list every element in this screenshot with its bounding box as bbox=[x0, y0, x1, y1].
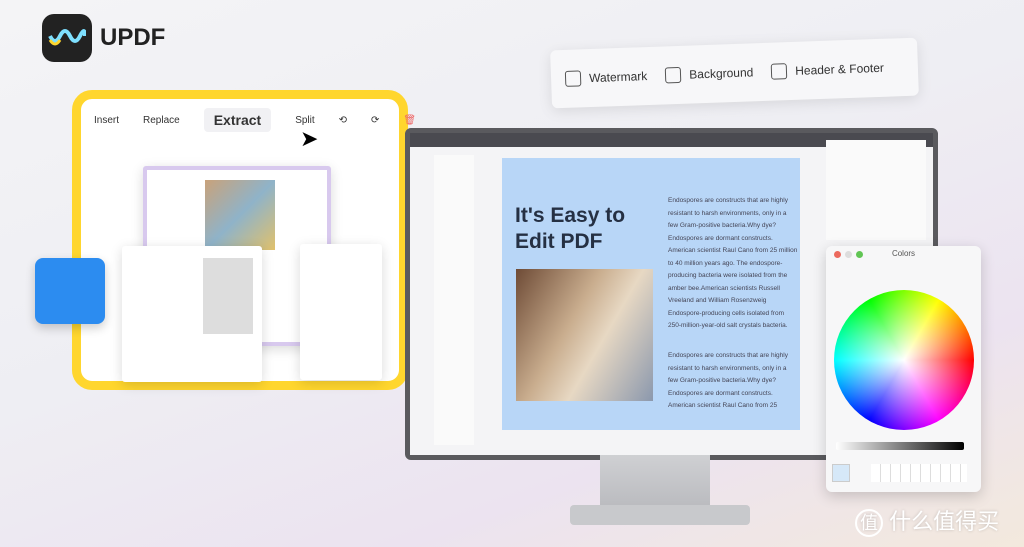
watermark-label: Watermark bbox=[588, 69, 648, 86]
brightness-slider[interactable] bbox=[836, 442, 964, 450]
background-icon bbox=[664, 66, 682, 84]
extract-button[interactable]: Extract bbox=[203, 108, 272, 132]
document-title: It's Easy to Edit PDF bbox=[515, 204, 626, 253]
delete-icon[interactable]: 🗑 bbox=[403, 115, 416, 126]
add-background-panel bbox=[826, 140, 926, 240]
background-label: Background bbox=[689, 65, 754, 82]
watermark-icon bbox=[564, 70, 582, 87]
cursor-icon: ➤ bbox=[300, 126, 319, 151]
replace-button[interactable]: Replace bbox=[143, 115, 180, 126]
swatch-grid[interactable] bbox=[871, 464, 967, 482]
brand-name: UPDF bbox=[100, 24, 166, 51]
colors-title: Colors bbox=[891, 249, 916, 258]
paint-image bbox=[205, 180, 275, 250]
rotate-left-icon[interactable]: ⟲ bbox=[339, 115, 347, 126]
current-color-swatch[interactable] bbox=[832, 464, 850, 482]
monitor-stand bbox=[600, 455, 710, 510]
document-paragraph: Endospores are constructs that are highl… bbox=[668, 197, 798, 329]
watermark-button[interactable]: Watermark bbox=[564, 68, 648, 87]
rotate-right-icon[interactable]: ⟳ bbox=[371, 115, 379, 126]
header-footer-label: Header & Footer bbox=[794, 60, 885, 78]
feature-toolbar: Watermark Background Header & Footer bbox=[550, 37, 919, 109]
thumbnail-sidebar[interactable] bbox=[434, 155, 474, 445]
split-button[interactable]: Split bbox=[295, 115, 314, 126]
page-thumbnail[interactable] bbox=[300, 244, 382, 380]
monitor-base bbox=[570, 505, 750, 525]
color-wheel[interactable] bbox=[834, 290, 974, 430]
insert-button[interactable]: Insert bbox=[94, 115, 119, 126]
document-paragraph: Endospores are constructs that are highl… bbox=[668, 352, 788, 409]
header-footer-icon bbox=[770, 63, 788, 80]
watermark: 值 什么值得买 bbox=[855, 504, 999, 537]
dog-image bbox=[203, 258, 253, 334]
page-tools-bar: Insert Replace Extract Split ⟲ ⟳ 🗑 bbox=[94, 108, 416, 132]
background-button[interactable]: Background bbox=[664, 64, 754, 84]
folder-icon bbox=[35, 258, 105, 324]
header-footer-button[interactable]: Header & Footer bbox=[770, 60, 885, 80]
updf-logo bbox=[42, 14, 92, 62]
couple-photo bbox=[516, 269, 653, 401]
